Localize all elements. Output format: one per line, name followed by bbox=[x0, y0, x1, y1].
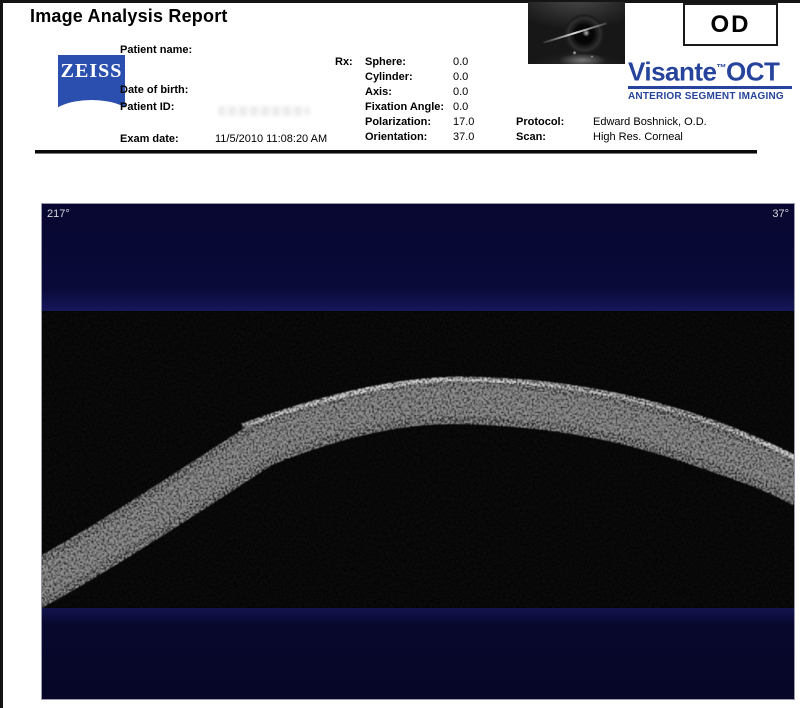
exam-date-value: 11/5/2010 11:08:20 AM bbox=[215, 133, 327, 145]
patient-id-label: Patient ID: bbox=[120, 101, 174, 113]
protocol-label: Protocol: bbox=[516, 116, 564, 128]
rx-orientation-label: Orientation: bbox=[365, 131, 427, 143]
protocol-value: Edward Boshnick, O.D. bbox=[593, 116, 707, 128]
visante-product-name: Visante bbox=[628, 57, 717, 87]
rx-axis-value: 0.0 bbox=[453, 86, 468, 98]
rx-orientation-value: 37.0 bbox=[453, 131, 474, 143]
visante-product-suffix: OCT bbox=[726, 57, 779, 87]
oct-angle-left: 217° bbox=[47, 208, 70, 220]
visante-wordmark: Visante™OCT bbox=[628, 56, 792, 85]
rx-sphere-value: 0.0 bbox=[453, 56, 468, 68]
rx-label: Rx: bbox=[335, 56, 353, 68]
page-border-left bbox=[0, 0, 3, 708]
rx-fixation-angle-value: 0.0 bbox=[453, 101, 468, 113]
rx-sphere-label: Sphere: bbox=[365, 56, 406, 68]
zeiss-logo: ZEISS bbox=[58, 55, 125, 112]
trademark-symbol: ™ bbox=[717, 63, 727, 74]
eye-side-indicator: OD bbox=[683, 3, 778, 46]
eye-side-label: OD bbox=[711, 11, 751, 39]
date-of-birth-label: Date of birth: bbox=[120, 84, 188, 96]
zeiss-logo-text: ZEISS bbox=[58, 60, 125, 83]
eye-video-thumbnail bbox=[528, 2, 625, 64]
oct-angle-right: 37° bbox=[772, 208, 789, 220]
page-border-top bbox=[0, 0, 800, 3]
cornea-cross-section-graphic bbox=[42, 204, 794, 699]
rx-cylinder-value: 0.0 bbox=[453, 71, 468, 83]
scan-label: Scan: bbox=[516, 131, 546, 143]
oct-scan-image: 217° 37° bbox=[41, 203, 795, 700]
scan-position-line bbox=[543, 22, 607, 43]
page-title: Image Analysis Report bbox=[30, 6, 228, 27]
exam-date-label: Exam date: bbox=[120, 133, 179, 145]
rx-polarization-value: 17.0 bbox=[453, 116, 474, 128]
rx-polarization-label: Polarization: bbox=[365, 116, 431, 128]
rx-cylinder-label: Cylinder: bbox=[365, 71, 413, 83]
rx-fixation-angle-label: Fixation Angle: bbox=[365, 101, 444, 113]
visante-oct-logo: Visante™OCT ANTERIOR SEGMENT IMAGING bbox=[628, 56, 792, 102]
header-divider-rule bbox=[35, 150, 757, 154]
patient-id-redacted-value bbox=[218, 106, 310, 116]
rx-axis-label: Axis: bbox=[365, 86, 392, 98]
scan-value: High Res. Corneal bbox=[593, 131, 683, 143]
patient-name-label: Patient name: bbox=[120, 44, 192, 56]
visante-tagline: ANTERIOR SEGMENT IMAGING bbox=[628, 91, 792, 102]
